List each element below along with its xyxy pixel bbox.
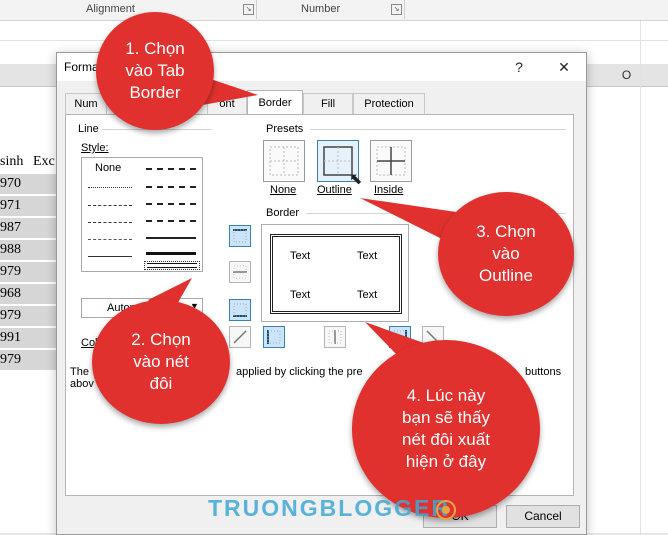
callout-4: 4. Lúc này bạn sẽ thấy nét đôi xuất hiện… xyxy=(352,340,540,518)
callout-1: 1. Chọn vào Tab Border xyxy=(96,12,214,130)
watermark-logo: TRUONGBLOGGER xyxy=(208,495,450,521)
callout-3: 3. Chọn vào Outline xyxy=(438,192,574,316)
callout-2: 2. Chọn vào nét đôi xyxy=(92,300,230,424)
lightbulb-icon xyxy=(436,500,456,520)
